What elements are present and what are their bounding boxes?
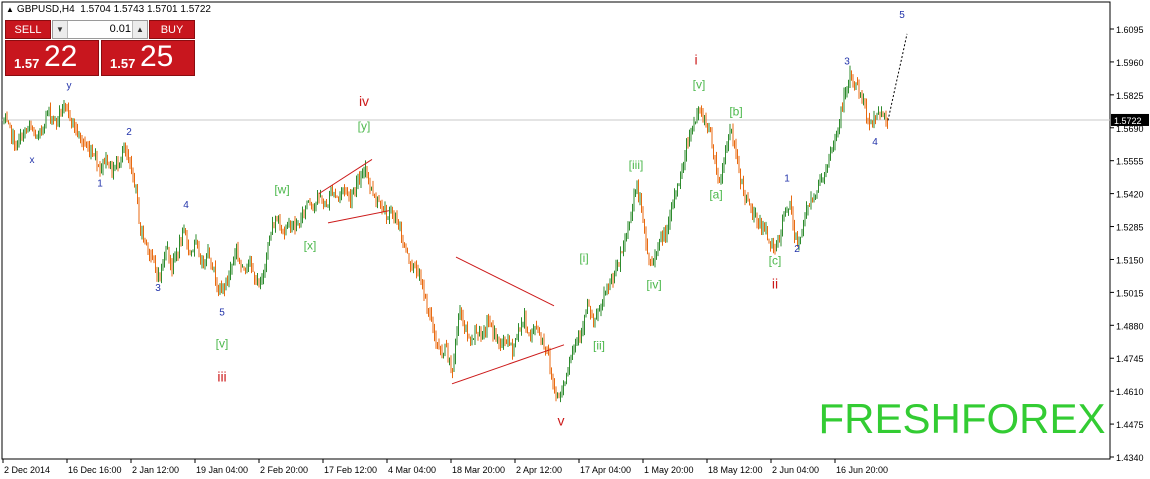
wave-label: x xyxy=(30,155,35,166)
y-tick-label: 1.5555 xyxy=(1116,157,1144,167)
current-price-label: 1.5722 xyxy=(1114,116,1142,126)
wave-label: 3 xyxy=(155,283,161,294)
y-tick-label: 1.5825 xyxy=(1116,91,1144,101)
wave-label: 4 xyxy=(872,137,878,148)
projection-line xyxy=(887,33,908,121)
x-tick-label: 17 Apr 04:00 xyxy=(580,465,631,475)
buy-price-pips: 25 xyxy=(140,40,174,73)
x-tick-label: 2 Feb 20:00 xyxy=(260,465,308,475)
wave-label: 2 xyxy=(794,244,800,255)
x-tick-label: 2 Dec 2014 xyxy=(4,465,50,475)
wave-label: [iv] xyxy=(646,278,661,292)
x-tick-label: 16 Dec 16:00 xyxy=(68,465,122,475)
buy-price-button[interactable]: 1.57 25 xyxy=(101,40,195,76)
wave-label: 1 xyxy=(784,173,790,184)
wave-label: 5 xyxy=(219,308,225,319)
x-tick-label: 17 Feb 12:00 xyxy=(324,465,377,475)
channel-line-triangle-b xyxy=(455,256,555,307)
wave-label: 5 xyxy=(899,10,905,21)
watermark: FRESHFOREX xyxy=(818,395,1105,442)
y-tick-label: 1.5015 xyxy=(1116,288,1144,298)
wave-label: 4 xyxy=(183,200,189,211)
wave-label: 3 xyxy=(844,56,850,67)
y-axis: 1.60951.59601.58251.56901.55551.54201.52… xyxy=(1110,25,1149,463)
wave-label: [x] xyxy=(304,239,317,253)
channel-line-triangle-iv xyxy=(327,210,390,224)
x-tick-label: 4 Mar 04:00 xyxy=(388,465,436,475)
wave-label: [c] xyxy=(769,253,782,267)
x-tick-label: 19 Jan 04:00 xyxy=(196,465,248,475)
wave-label: [a] xyxy=(709,187,722,201)
wave-label: iii xyxy=(217,368,226,384)
wave-label: [v] xyxy=(216,336,229,350)
wave-label: y xyxy=(67,81,72,92)
y-tick-label: 1.5420 xyxy=(1116,190,1144,200)
x-tick-label: 2 Apr 12:00 xyxy=(516,465,562,475)
wave-label: i xyxy=(694,51,697,67)
y-tick-label: 1.4745 xyxy=(1116,354,1144,364)
wave-label: [b] xyxy=(729,105,742,119)
wave-label: [w] xyxy=(274,183,289,197)
sell-price-button[interactable]: 1.57 22 xyxy=(5,40,99,76)
symbol-line: GBPUSD,H4 1.5704 1.5743 1.5701 1.5722 xyxy=(16,4,211,15)
candles-layer xyxy=(3,65,888,403)
channel-lines-layer xyxy=(318,33,908,385)
buy-button[interactable]: BUY xyxy=(149,20,195,39)
wave-label: [y] xyxy=(358,119,371,133)
x-tick-label: 18 May 12:00 xyxy=(708,465,763,475)
y-tick-label: 1.4610 xyxy=(1116,387,1144,397)
wave-label: 1 xyxy=(97,178,103,189)
channel-line-triangle-b xyxy=(451,344,565,385)
x-tick-label: 1 May 20:00 xyxy=(644,465,694,475)
sell-price-pips: 22 xyxy=(44,40,78,73)
lot-decrease-icon[interactable]: ▼ xyxy=(53,21,68,38)
wave-label: 2 xyxy=(126,127,132,138)
one-click-trade-panel: SELL ▼ 0.01 ▲ BUY 1.57 22 1.57 25 xyxy=(5,20,195,76)
y-tick-label: 1.5150 xyxy=(1116,255,1144,265)
y-tick-label: 1.4340 xyxy=(1116,453,1144,463)
wave-label: [iii] xyxy=(629,158,644,172)
x-tick-label: 16 Jun 20:00 xyxy=(836,465,888,475)
lot-increase-icon[interactable]: ▲ xyxy=(132,21,147,38)
x-tick-label: 2 Jun 04:00 xyxy=(772,465,819,475)
wave-label: [v] xyxy=(693,78,706,92)
x-tick-label: 18 Mar 20:00 xyxy=(452,465,505,475)
y-tick-label: 1.5960 xyxy=(1116,58,1144,68)
y-tick-label: 1.6095 xyxy=(1116,25,1144,35)
wave-label: v xyxy=(558,412,565,428)
sell-button[interactable]: SELL xyxy=(5,20,51,39)
buy-price-prefix: 1.57 xyxy=(110,56,136,71)
x-tick-label: 2 Jan 12:00 xyxy=(132,465,179,475)
lot-size-input[interactable]: ▼ 0.01 ▲ xyxy=(52,20,148,39)
y-tick-label: 1.5285 xyxy=(1116,223,1144,233)
wave-label: [i] xyxy=(579,251,588,265)
wave-label: ii xyxy=(772,276,778,292)
symbol-marker-icon: ▲ xyxy=(6,5,14,14)
symbol-info: ▲ GBPUSD,H4 1.5704 1.5743 1.5701 1.5722 xyxy=(6,4,211,15)
y-tick-label: 1.4880 xyxy=(1116,321,1144,331)
lot-size-value[interactable]: 0.01 xyxy=(69,21,131,38)
wave-label: [ii] xyxy=(593,339,605,353)
wave-label: iv xyxy=(359,93,369,109)
y-tick-label: 1.4475 xyxy=(1116,420,1144,430)
x-axis: 2 Dec 2014 16 Dec 16:00 2 Jan 12:00 19 Jan … xyxy=(2,459,888,475)
sell-price-prefix: 1.57 xyxy=(14,56,40,71)
